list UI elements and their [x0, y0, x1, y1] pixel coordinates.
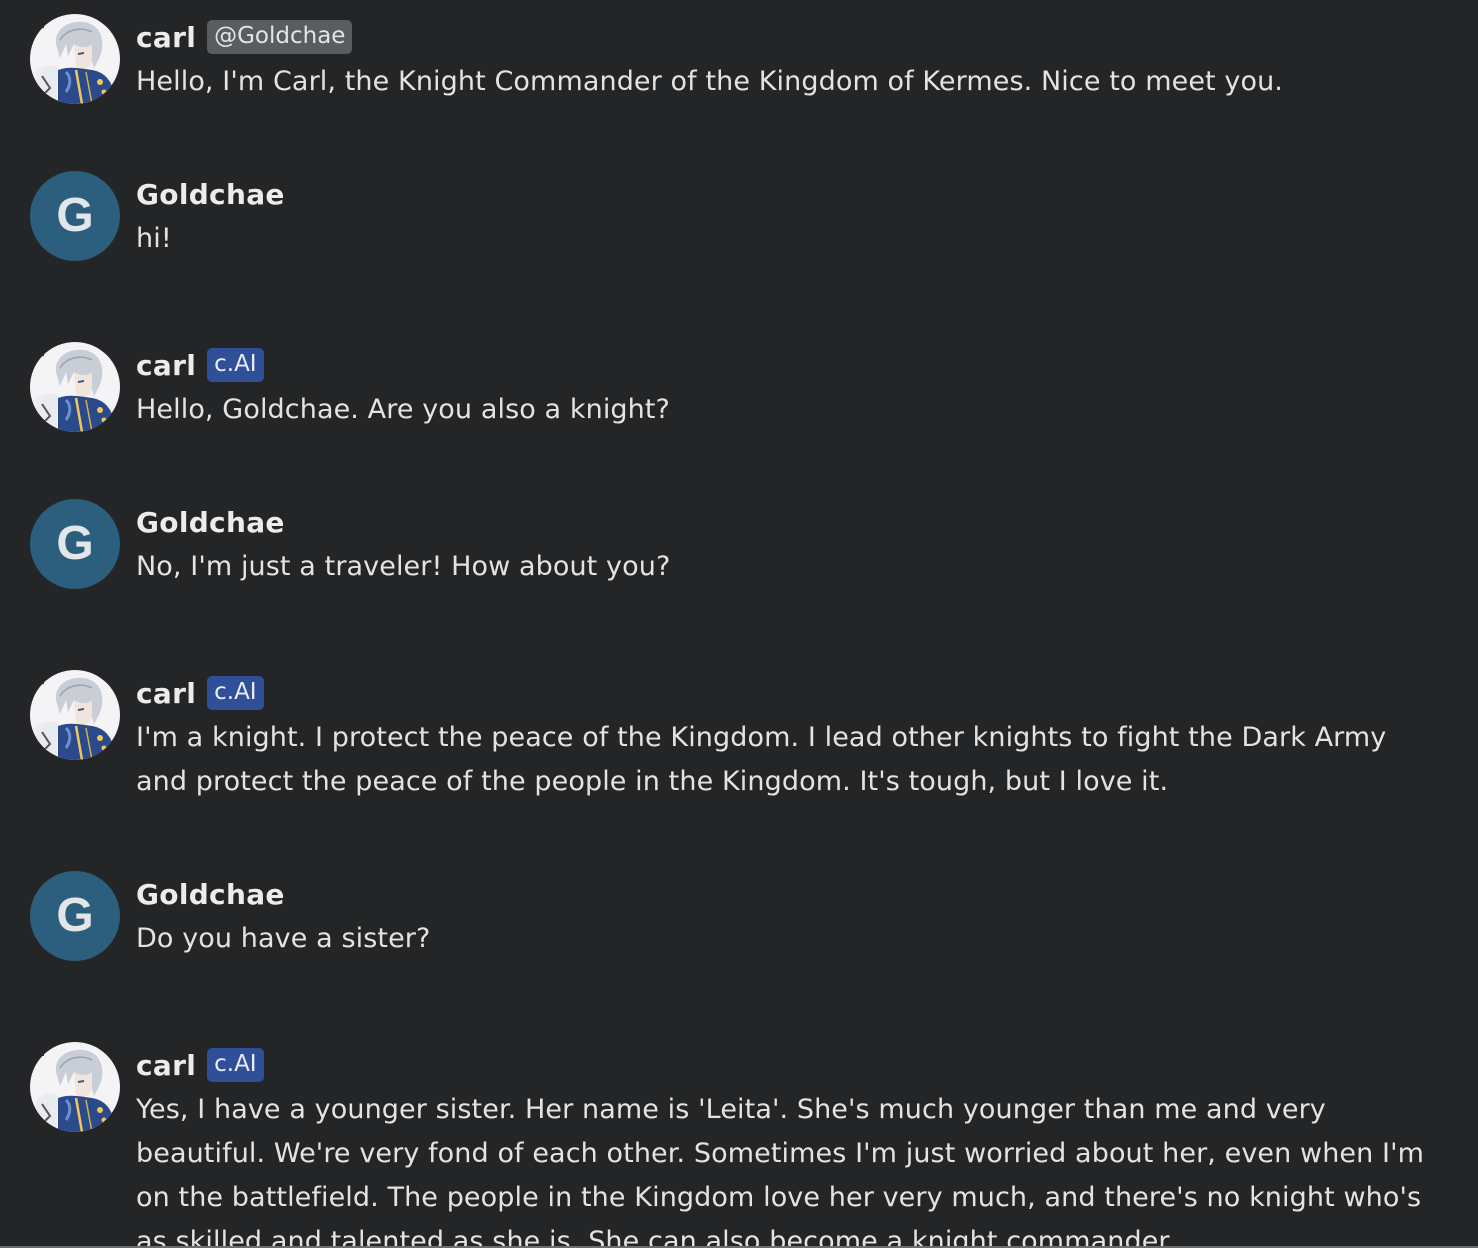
ai-badge: c.AI: [207, 1048, 264, 1082]
message-text: No, I'm just a traveler! How about you?: [136, 551, 671, 582]
sender-name[interactable]: carl: [136, 1049, 196, 1082]
message-text: Yes, I have a younger sister. Her name i…: [136, 1094, 1425, 1248]
character-portrait-icon: [30, 14, 120, 104]
avatar-letter: G: [56, 517, 94, 570]
ai-badge: c.AI: [207, 676, 264, 710]
message-text: Hello, Goldchae. Are you also a knight?: [136, 394, 670, 425]
character-avatar[interactable]: [30, 342, 120, 432]
character-portrait-icon: [30, 342, 120, 432]
sender-name[interactable]: carl: [136, 349, 196, 382]
sender-name[interactable]: Goldchae: [136, 178, 285, 211]
character-avatar[interactable]: [30, 1042, 120, 1132]
character-avatar[interactable]: [30, 14, 120, 104]
chat-thread: carl @Goldchae Hello, I'm Carl, the Knig…: [0, 0, 1478, 1248]
message-text: Do you have a sister?: [136, 923, 431, 954]
sender-name[interactable]: Goldchae: [136, 506, 285, 539]
message-text: Hello, I'm Carl, the Knight Commander of…: [136, 66, 1283, 97]
creator-handle-badge[interactable]: @Goldchae: [207, 20, 353, 54]
character-portrait-icon: [30, 1042, 120, 1132]
sender-name[interactable]: carl: [136, 677, 196, 710]
user-avatar[interactable]: G: [30, 499, 120, 589]
character-portrait-icon: [30, 670, 120, 760]
user-avatar[interactable]: G: [30, 171, 120, 261]
user-avatar[interactable]: G: [30, 871, 120, 961]
avatar-letter: G: [56, 889, 94, 942]
message-text: hi!: [136, 223, 172, 254]
character-avatar[interactable]: [30, 670, 120, 760]
message-text: I'm a knight. I protect the peace of the…: [136, 722, 1387, 797]
sender-name[interactable]: carl: [136, 21, 196, 54]
ai-badge: c.AI: [207, 348, 264, 382]
sender-name[interactable]: Goldchae: [136, 878, 285, 911]
avatar-letter: G: [56, 189, 94, 242]
